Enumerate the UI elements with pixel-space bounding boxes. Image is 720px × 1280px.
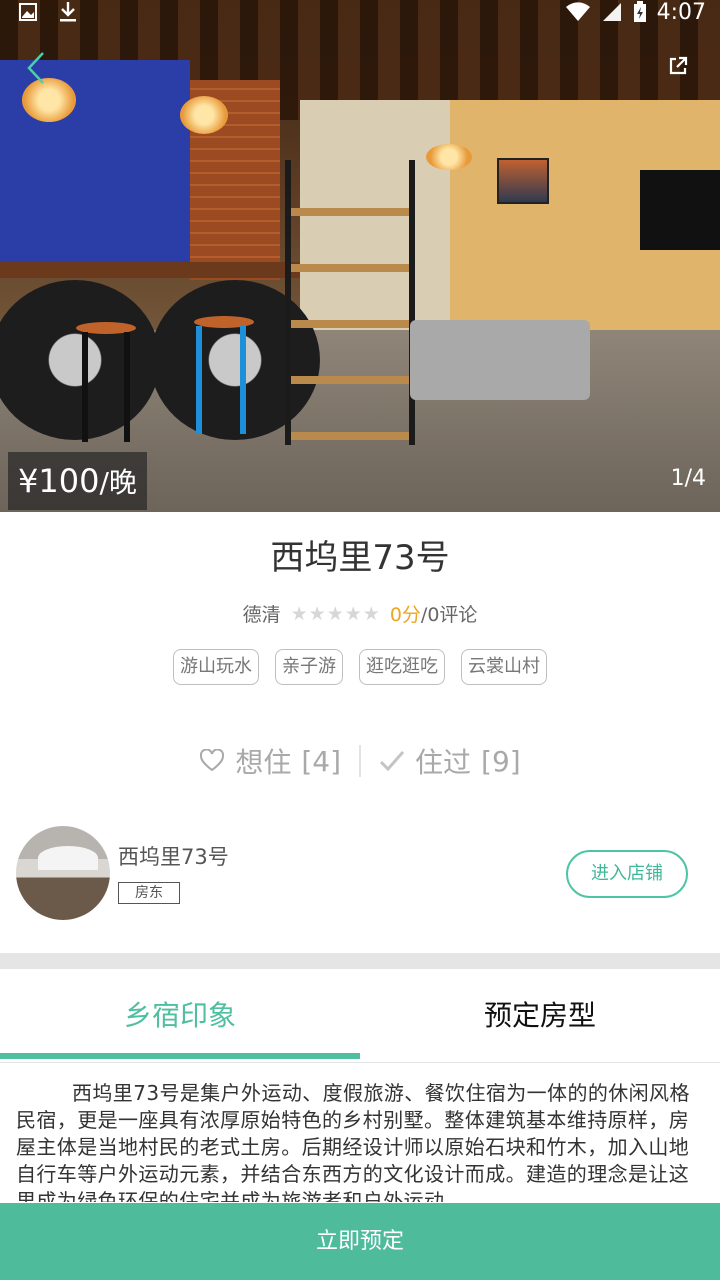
photo-lamp <box>180 96 228 134</box>
gallery-counter: 1/4 <box>670 466 706 491</box>
heart-icon <box>200 749 225 772</box>
photo-sofa <box>410 320 590 400</box>
enter-shop-button[interactable]: 进入店铺 <box>566 850 688 898</box>
review-count: /0评论 <box>420 604 478 626</box>
download-icon <box>60 2 76 22</box>
share-button[interactable] <box>668 56 690 78</box>
rating-score: 0分 <box>389 604 421 626</box>
photo-stool-leg <box>124 332 130 442</box>
tag[interactable]: 游山玩水 <box>173 649 259 685</box>
external-link-icon <box>669 56 688 75</box>
listing-title: 西坞里73号 <box>270 538 450 578</box>
location-label: 德清 <box>242 604 281 626</box>
tag[interactable]: 逛吃逛吃 <box>359 649 445 685</box>
status-time: 4:07 <box>656 0 706 25</box>
stayed-count: [9] <box>481 744 521 778</box>
star-icon: ★ <box>308 602 326 625</box>
listing-meta: 德清 ★ ★ ★ ★ ★ 0分/0评论 <box>0 600 720 627</box>
chevron-left-icon <box>27 52 44 84</box>
star-icon: ★ <box>362 602 380 625</box>
section-divider <box>0 953 720 969</box>
wifi-icon <box>565 2 590 22</box>
photo-bar-counter <box>0 262 300 278</box>
price-unit: /晚 <box>99 466 137 499</box>
status-bar: 4:07 <box>0 0 720 25</box>
photo-shelf <box>285 160 415 445</box>
photo-tv <box>640 170 720 250</box>
avatar[interactable] <box>16 826 110 920</box>
photo-painting <box>497 158 549 204</box>
rating-stars: ★ ★ ★ ★ ★ <box>291 603 380 625</box>
back-button[interactable] <box>18 48 54 88</box>
gallery-photo[interactable] <box>0 0 720 512</box>
tag[interactable]: 云裳山村 <box>461 649 547 685</box>
stayed-button[interactable]: 住过 [9] <box>361 741 539 781</box>
tab-bar: 乡宿印象 预定房型 <box>0 969 720 1063</box>
host-role-badge: 房东 <box>118 882 180 904</box>
image-icon <box>19 3 37 21</box>
tab-impression[interactable]: 乡宿印象 <box>0 969 360 1063</box>
description-text: 西坞里73号是集户外运动、度假旅游、餐饮住宿为一体的的休闲风格民宿，更是一座具有… <box>16 1081 690 1202</box>
book-now-button[interactable]: 立即预定 <box>0 1203 720 1280</box>
photo-stool-leg <box>82 332 88 442</box>
signal-icon <box>602 3 621 21</box>
photo-stool-leg <box>196 326 202 434</box>
action-row: 想住 [4] 住过 [9] <box>0 740 720 782</box>
price-badge: ¥100 /晚 <box>8 452 147 510</box>
want-button[interactable]: 想住 [4] <box>181 741 359 781</box>
stayed-label: 住过 <box>415 746 472 779</box>
price-amount: ¥100 <box>18 462 100 500</box>
want-count: [4] <box>301 744 341 778</box>
star-icon: ★ <box>290 602 308 625</box>
battery-charging-icon <box>633 1 646 22</box>
tab-room-types[interactable]: 预定房型 <box>360 969 720 1063</box>
host-name: 西坞里73号 <box>118 845 229 869</box>
want-label: 想住 <box>235 746 292 779</box>
tag-list: 游山玩水 亲子游 逛吃逛吃 云裳山村 <box>0 649 720 685</box>
photo-stool-leg <box>240 326 246 434</box>
avatar-umbrella <box>38 846 98 870</box>
host-card: 西坞里73号 房东 进入店铺 <box>0 826 720 922</box>
check-icon <box>379 751 405 772</box>
photo-lamp <box>426 144 472 170</box>
star-icon: ★ <box>344 602 362 625</box>
star-icon: ★ <box>326 602 344 625</box>
tag[interactable]: 亲子游 <box>275 649 343 685</box>
